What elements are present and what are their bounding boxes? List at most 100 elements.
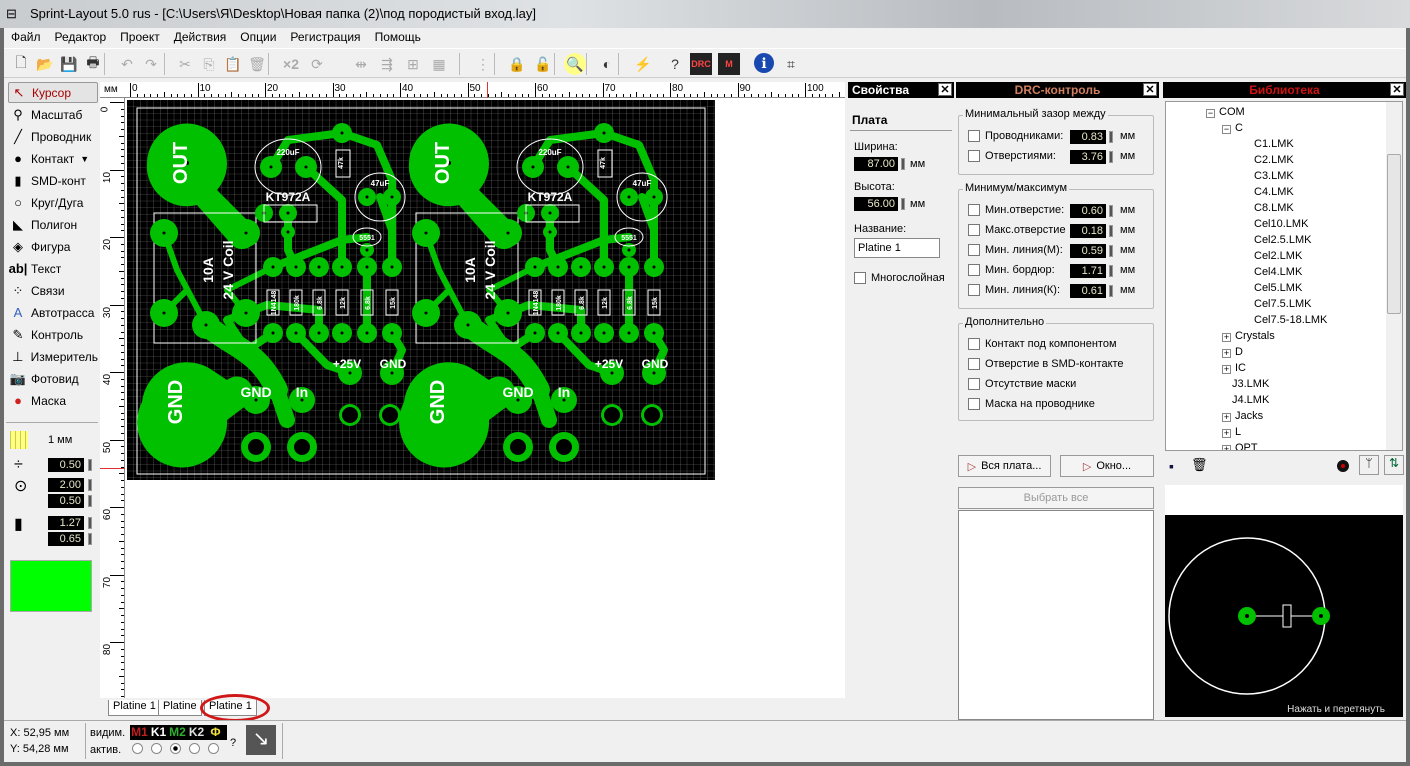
spinner[interactable]	[1109, 205, 1113, 217]
scrollbar[interactable]	[1386, 102, 1402, 450]
tool-connections[interactable]: ⁘ Связи	[8, 280, 98, 301]
cut-icon[interactable]: ✂	[174, 53, 196, 75]
trash-icon[interactable]: 🗑	[1191, 457, 1208, 473]
menu-item[interactable]: Действия	[167, 28, 234, 46]
tree-item[interactable]: OPT	[1235, 442, 1258, 450]
layer-toggle[interactable]: M2	[168, 725, 187, 740]
grid-size[interactable]: 1 мм	[48, 434, 72, 446]
dropdown-arrow-icon[interactable]: ▼	[80, 154, 89, 164]
crop-icon[interactable]: ⌗	[780, 53, 802, 75]
expand-icon[interactable]: +	[1222, 365, 1231, 374]
drc-value-input[interactable]: 0.60	[1070, 204, 1106, 218]
open-icon[interactable]: 📂	[34, 53, 56, 75]
expand-icon[interactable]: +	[1222, 429, 1231, 438]
duplicate-icon[interactable]: ×2	[280, 53, 302, 75]
group-icon[interactable]: ⊞	[402, 53, 424, 75]
expand-icon[interactable]: +	[1222, 349, 1231, 358]
drc-checkbox[interactable]	[968, 338, 980, 350]
tool-check[interactable]: ✎ Контроль	[8, 324, 98, 345]
autoroute-icon[interactable]: ⚡	[632, 53, 654, 75]
layer-toggle[interactable]: M1	[130, 725, 149, 740]
print-icon[interactable]: 🖶	[82, 53, 104, 75]
tool-text[interactable]: ab| Текст	[8, 258, 98, 279]
tool-polygon[interactable]: ◣ Полигон	[8, 214, 98, 235]
check-window-button[interactable]: ▷ Окно...	[1060, 455, 1154, 477]
macro-icon[interactable]: M	[718, 53, 740, 75]
drc-checkbox[interactable]	[968, 284, 980, 296]
pcb-board[interactable]: 1N4148 180k 6.8k 12k 6.8k 15k OUT GND GND In +25V G…	[127, 100, 715, 480]
collapse-icon[interactable]: −	[1222, 125, 1231, 134]
component-preview[interactable]: Нажать и перетянуть	[1165, 515, 1403, 717]
width-spinner[interactable]	[901, 158, 905, 170]
tree-item[interactable]: Crystals	[1235, 330, 1275, 342]
drc-checkbox[interactable]	[968, 378, 980, 390]
zoom-icon[interactable]: 🔍	[564, 53, 586, 75]
paste-icon[interactable]: 📋	[222, 53, 244, 75]
spinner[interactable]	[1109, 265, 1113, 277]
layer-radio[interactable]	[151, 743, 162, 754]
drc-value-input[interactable]: 0.83	[1070, 130, 1106, 144]
tree-item[interactable]: C3.LMK	[1254, 170, 1294, 182]
save-icon[interactable]: 💾	[58, 53, 80, 75]
lock-icon[interactable]: 🔒	[506, 53, 528, 75]
layer-radio[interactable]	[189, 743, 200, 754]
tree-item[interactable]: IC	[1235, 362, 1246, 374]
help-mark[interactable]: ?	[230, 737, 236, 749]
track-mode-icon[interactable]: ↘	[246, 725, 276, 755]
tree-item[interactable]: Cel4.LMK	[1254, 266, 1302, 278]
spinner[interactable]	[88, 479, 92, 491]
scrollbar-thumb[interactable]	[1387, 154, 1401, 314]
tree-item[interactable]: Cel2.LMK	[1254, 250, 1302, 262]
tree-item[interactable]: C8.LMK	[1254, 202, 1294, 214]
select-all-button[interactable]: Выбрать все	[958, 487, 1154, 509]
new-file-icon[interactable]: 🗋	[10, 53, 32, 75]
tab-platine[interactable]: Platine	[158, 700, 202, 716]
menu-item[interactable]: Регистрация	[283, 28, 367, 46]
drc-icon[interactable]: DRC	[690, 53, 712, 75]
connect-icon[interactable]: ⋮	[472, 53, 494, 75]
tree-item[interactable]: C2.LMK	[1254, 154, 1294, 166]
tool-track[interactable]: ╱ Проводник	[8, 126, 98, 147]
tree-item[interactable]: COM	[1219, 106, 1245, 118]
drc-value-input[interactable]: 3.76	[1070, 150, 1106, 164]
layer-radio[interactable]	[170, 743, 181, 754]
delete-icon[interactable]: 🗑	[246, 53, 268, 75]
tree-item[interactable]: Cel7.5-18.LMK	[1254, 314, 1327, 326]
contrast-icon[interactable]: ◐	[596, 53, 618, 75]
drc-value-input[interactable]: 1.71	[1070, 264, 1106, 278]
drc-checkbox[interactable]	[968, 150, 980, 162]
check-all-board-button[interactable]: ▷ Вся плата...	[958, 455, 1051, 477]
component-icon[interactable]: ▦	[428, 53, 450, 75]
height-spinner[interactable]	[901, 198, 905, 210]
tree-item[interactable]: Jacks	[1235, 410, 1263, 422]
redo-icon[interactable]: ↷	[140, 53, 162, 75]
unlock-icon[interactable]: 🔓	[532, 53, 554, 75]
undo-icon[interactable]: ↶	[116, 53, 138, 75]
menu-item[interactable]: Опции	[233, 28, 283, 46]
mirror-icon[interactable]: ⇹	[350, 53, 372, 75]
layer-radio[interactable]	[208, 743, 219, 754]
layer-radio[interactable]	[132, 743, 143, 754]
collapse-icon[interactable]: −	[1206, 109, 1215, 118]
tree-item[interactable]: C	[1235, 122, 1243, 134]
copy-icon[interactable]: ⎘	[198, 53, 220, 75]
pad-inner-input[interactable]: 0.50	[48, 494, 84, 508]
spinner[interactable]	[88, 533, 92, 545]
track-width-input[interactable]: 0.50	[48, 458, 84, 472]
drc-results-list[interactable]	[958, 510, 1154, 720]
save-icon[interactable]: ▪	[1169, 458, 1174, 474]
close-icon[interactable]: ✕	[938, 83, 952, 96]
tree-item[interactable]: Cel7.5.LMK	[1254, 298, 1311, 310]
info-icon[interactable]: ℹ	[754, 53, 774, 73]
menu-item[interactable]: Помощь	[368, 28, 428, 46]
expand-icon[interactable]: +	[1222, 445, 1231, 450]
tool-cursor[interactable]: ↖ Курсор	[8, 82, 98, 103]
tree-item[interactable]: C1.LMK	[1254, 138, 1294, 150]
align-icon[interactable]: ⇶	[376, 53, 398, 75]
layer-toggle[interactable]: K2	[187, 725, 206, 740]
tree-item[interactable]: Cel10.LMK	[1254, 218, 1308, 230]
drc-value-input[interactable]: 0.59	[1070, 244, 1106, 258]
layer-toggle[interactable]: Ф	[206, 725, 225, 740]
tool-mask[interactable]: ● Маска	[8, 390, 98, 411]
tool-measure[interactable]: ⊥ Измеритель	[8, 346, 98, 367]
